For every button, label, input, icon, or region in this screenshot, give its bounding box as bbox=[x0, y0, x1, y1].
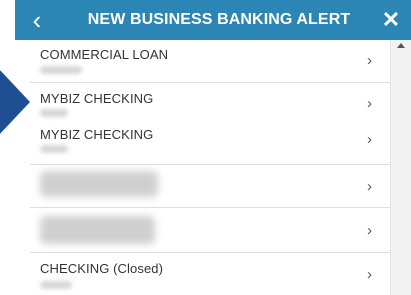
redacted-account bbox=[40, 216, 155, 244]
list-item[interactable]: › bbox=[30, 165, 390, 207]
alert-dialog: ‹ NEW BUSINESS BANKING ALERT ✕ COMMERCIA… bbox=[0, 0, 411, 295]
pointer-arrow-icon bbox=[0, 68, 30, 136]
account-name: MYBIZ CHECKING bbox=[40, 127, 154, 142]
chevron-right-icon: › bbox=[367, 131, 372, 148]
account-number-redacted bbox=[40, 145, 68, 153]
account-name: MYBIZ CHECKING bbox=[40, 91, 154, 106]
list-item[interactable]: › bbox=[30, 208, 390, 252]
chevron-left-icon[interactable]: ‹ bbox=[23, 7, 51, 33]
account-name: CHECKING (Closed) bbox=[40, 261, 164, 276]
list-item[interactable]: MYBIZ CHECKING › bbox=[30, 123, 390, 164]
scroll-up-icon[interactable] bbox=[397, 43, 405, 48]
chevron-right-icon: › bbox=[367, 266, 372, 283]
account-number-redacted bbox=[40, 109, 68, 117]
chevron-right-icon: › bbox=[367, 52, 372, 69]
dialog-title: NEW BUSINESS BANKING ALERT bbox=[87, 11, 351, 28]
account-name: COMMERCIAL LOAN bbox=[40, 47, 169, 62]
chevron-right-icon: › bbox=[367, 178, 372, 195]
account-number-redacted bbox=[40, 66, 82, 74]
scrollbar[interactable] bbox=[390, 40, 411, 295]
close-icon[interactable]: ✕ bbox=[377, 6, 405, 34]
chevron-right-icon: › bbox=[367, 95, 372, 112]
account-number-redacted bbox=[40, 281, 72, 289]
list-item[interactable]: MYBIZ CHECKING › bbox=[30, 83, 390, 123]
list-item[interactable]: CHECKING (Closed) › bbox=[30, 253, 390, 295]
redacted-account bbox=[40, 171, 158, 197]
chevron-right-icon: › bbox=[367, 222, 372, 239]
dialog-header: ‹ NEW BUSINESS BANKING ALERT ✕ bbox=[15, 0, 411, 40]
account-list: COMMERCIAL LOAN › MYBIZ CHECKING › MYBIZ… bbox=[30, 40, 390, 295]
list-item[interactable]: COMMERCIAL LOAN › bbox=[30, 40, 390, 82]
